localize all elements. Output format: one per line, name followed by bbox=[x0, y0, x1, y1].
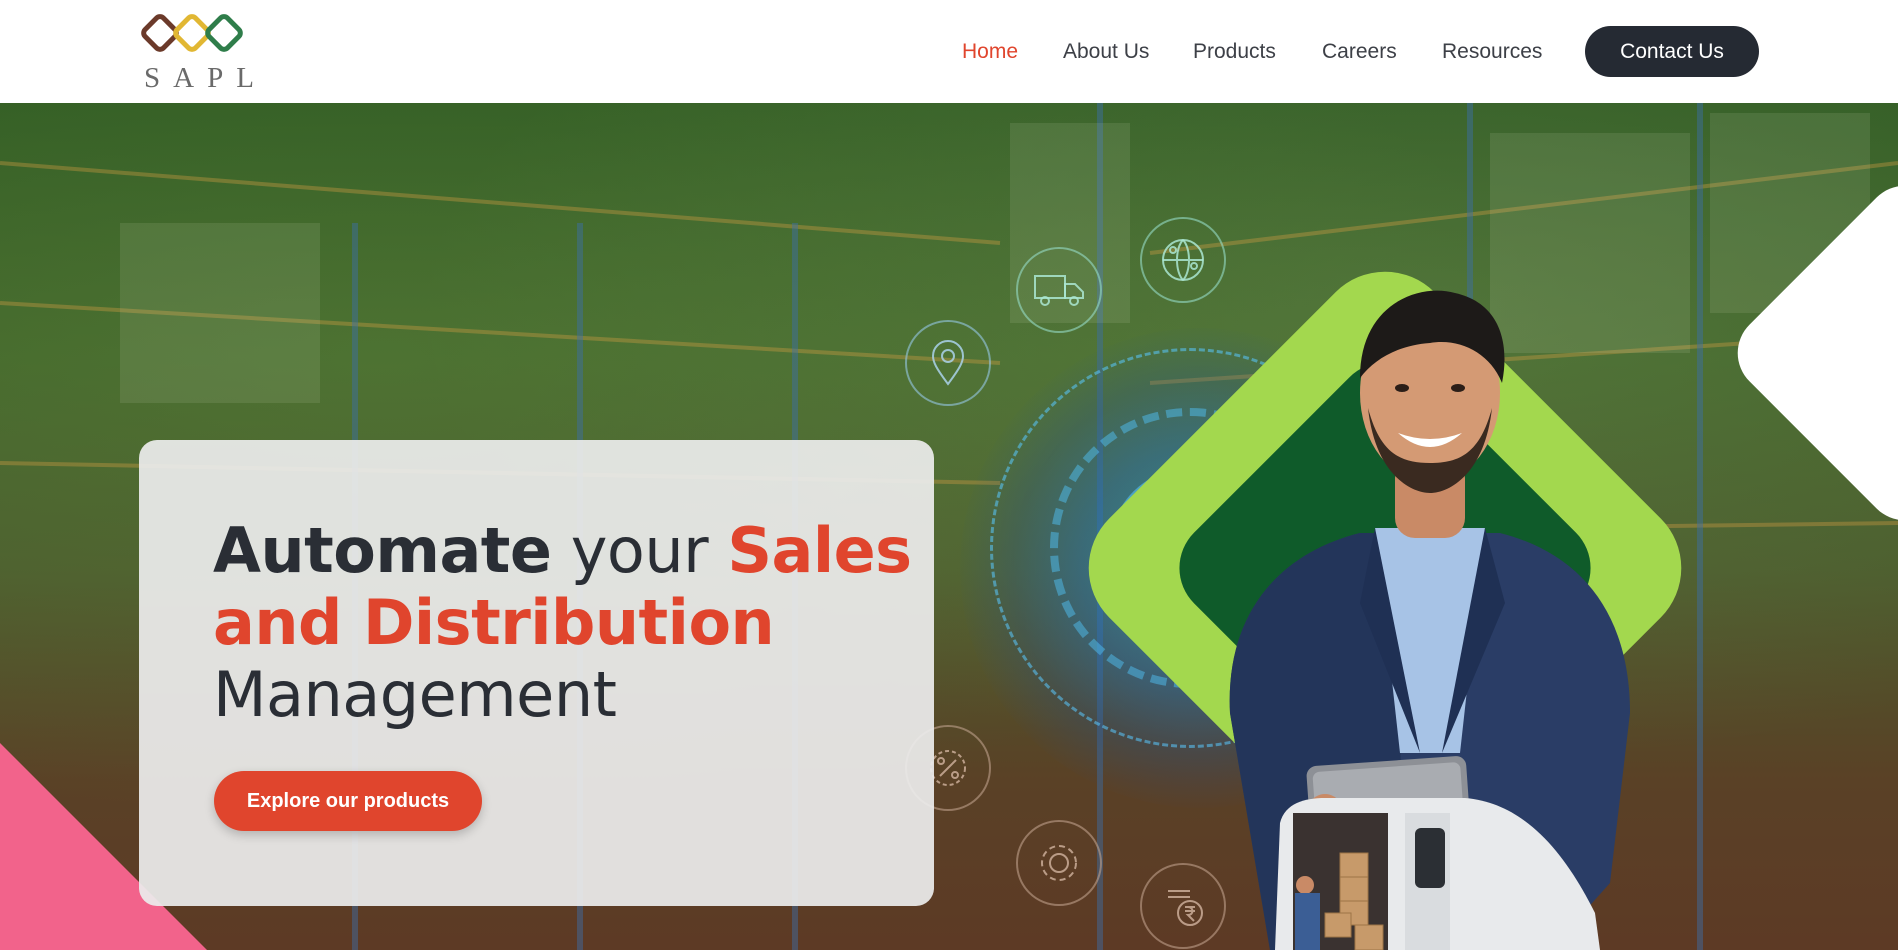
hero-headline: Automate your Sales and Distribution Man… bbox=[213, 515, 912, 731]
nav-products[interactable]: Products bbox=[1193, 40, 1276, 64]
sapl-logo[interactable]: SAPL bbox=[138, 12, 254, 94]
hero-card: Automate your Sales and Distribution Man… bbox=[139, 440, 934, 906]
nav-about-us[interactable]: About Us bbox=[1063, 40, 1149, 64]
location-pin-icon bbox=[905, 320, 991, 406]
explore-products-button[interactable]: Explore our products bbox=[214, 771, 482, 831]
headline-word-sales: Sales bbox=[727, 514, 912, 587]
hero-section: Automate your Sales and Distribution Man… bbox=[0, 103, 1898, 950]
truck-icon bbox=[1016, 247, 1102, 333]
delivery-van-image bbox=[1275, 798, 1600, 950]
nav-home[interactable]: Home bbox=[962, 40, 1018, 64]
headline-word-your: your bbox=[570, 514, 709, 587]
logo-text: SAPL bbox=[144, 62, 267, 94]
headline-word-management: Management bbox=[213, 658, 617, 731]
logo-diamonds-icon bbox=[141, 14, 243, 52]
nav-careers[interactable]: Careers bbox=[1322, 40, 1397, 64]
top-navbar: SAPL Home About Us Products Careers Reso… bbox=[0, 0, 1898, 103]
headline-word-automate: Automate bbox=[213, 514, 552, 587]
nav-resources[interactable]: Resources bbox=[1442, 40, 1542, 64]
gear-icon bbox=[1016, 820, 1102, 906]
headline-and-distribution: and Distribution bbox=[213, 586, 775, 659]
contact-us-button[interactable]: Contact Us bbox=[1585, 26, 1759, 77]
